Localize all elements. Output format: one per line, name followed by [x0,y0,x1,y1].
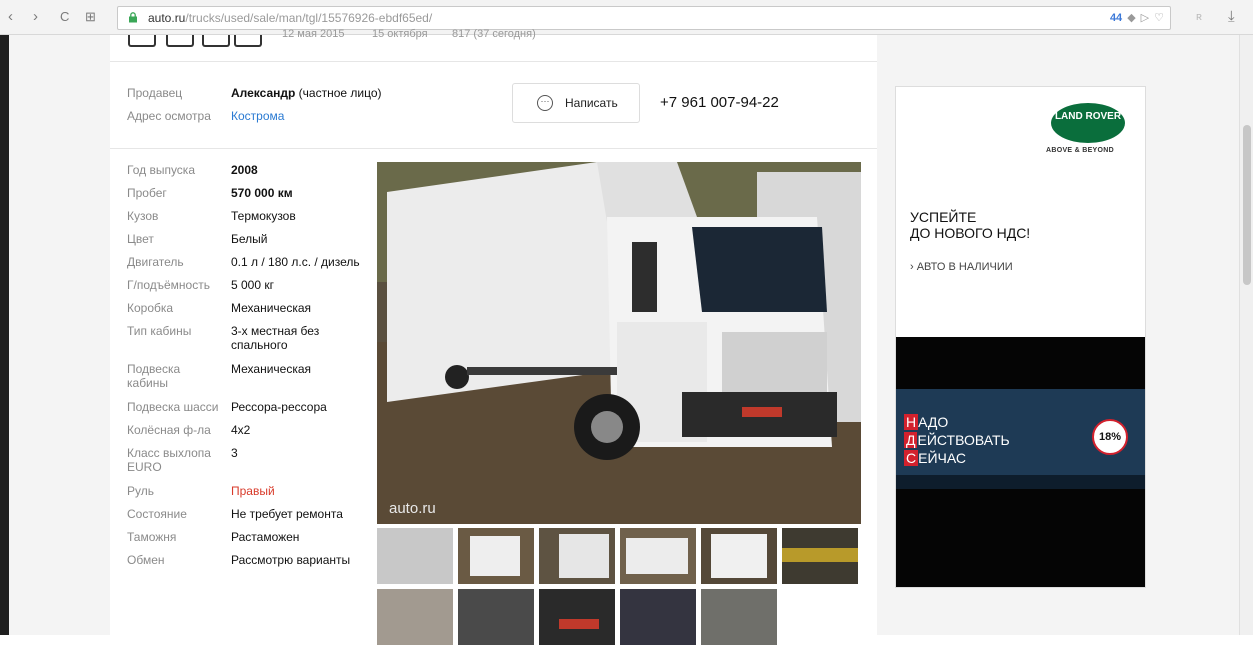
spec-value: Термокузов [231,209,296,223]
seller-name: Александр [231,86,296,100]
chat-icon: ··· [537,95,553,111]
spec-label: Коробка [127,301,174,315]
spec-label: Двигатель [127,255,184,269]
spec-value: 0.1 л / 180 л.с. / дизель [231,255,360,269]
thumbnail[interactable] [782,528,858,584]
browser-toolbar: ‹ › C ⊞ auto.ru/trucks/used/sale/man/tgl… [0,0,1253,35]
spec-label: Руль [127,484,154,498]
thumbnail[interactable] [539,528,615,584]
forward-button[interactable]: › [33,8,38,26]
spec-label: Обмен [127,553,165,567]
phone-number[interactable]: +7 961 007-94-22 [660,94,779,111]
thumbnail[interactable] [377,528,453,584]
thumbnail[interactable] [701,528,777,584]
ad-screen-text: Н АДО Д ЕЙСТВОВАТЬ С ЕЙЧАС [904,414,1010,466]
lock-icon [129,12,137,23]
spec-label: Кузов [127,209,159,223]
spec-value: Механическая [231,301,312,315]
note-action-button[interactable] [202,35,230,47]
seller-label: Продавец [127,86,183,100]
seller-type: (частное лицо) [295,86,382,100]
listing-updated: 15 октября [372,28,428,40]
spec-value: Растаможен [231,530,300,544]
write-button-label: Написать [565,96,618,110]
share-icon: ▷ [1140,12,1150,24]
favorite-action-button[interactable] [128,35,156,47]
listing-views: 817 (37 сегодня) [452,28,536,40]
watermark-text: auto.ru [389,500,436,517]
scrollbar[interactable] [1239,35,1253,635]
spec-label: Колёсная ф-ла [127,423,211,437]
reader-icon[interactable]: ʀ [1196,8,1202,26]
ad-link[interactable]: › АВТО В НАЛИЧИИ [910,261,1013,273]
share-action-button[interactable] [234,35,262,47]
spec-label: Год выпуска [127,163,195,177]
thumbnail[interactable] [620,528,696,584]
spec-value: 570 000 км [231,186,293,200]
thumbnail[interactable] [539,589,615,645]
seller-section: Продавец Александр (частное лицо) Адрес … [110,62,877,149]
address-bar[interactable]: auto.ru/trucks/used/sale/man/tgl/1557692… [117,6,1171,30]
shield-icon: ◆ [1127,12,1136,24]
address-label: Адрес осмотра [127,109,211,123]
truck-image [377,162,861,524]
spec-label: Г/подъёмность [127,278,210,292]
thumbnail[interactable] [377,589,453,645]
thumbnail-strip [377,528,861,645]
left-edge [0,35,9,635]
ad-badge: 18% [1092,419,1128,455]
spec-label: Таможня [127,530,177,544]
spec-value: Белый [231,232,268,246]
spec-value: Правый [231,484,275,498]
listing-date: 12 мая 2015 [282,28,345,40]
tabs-grid-button[interactable]: ⊞ [85,8,96,26]
spec-label: Пробег [127,186,167,200]
land-rover-logo: LAND ROVER [1051,103,1125,143]
spec-value: 5 000 кг [231,278,274,292]
ad-headline: УСПЕЙТЕ ДО НОВОГО НДС! [910,209,1031,241]
spec-label: Тип кабины [127,324,192,338]
spec-value: 4x2 [231,423,251,437]
thumbnail[interactable] [458,528,534,584]
spec-value: Не требует ремонта [231,507,343,521]
spec-label: Цвет [127,232,154,246]
spec-value: 3-х местная без спального [231,324,320,352]
compare-action-button[interactable] [166,35,194,47]
address-link[interactable]: Кострома [231,109,284,123]
thumbnail[interactable] [458,589,534,645]
spec-label: Подвеска кабины [127,362,181,390]
shield-count: 44 [1109,12,1123,24]
spec-label: Состояние [127,507,187,521]
download-button[interactable]: ⤓ [1228,8,1235,26]
spec-value: Рессора-рессора [231,400,327,414]
spec-value: 2008 [231,163,258,177]
favorite-icon: ♡ [1154,12,1164,24]
thumbnail[interactable] [701,589,777,645]
spec-value: 3 [231,446,238,460]
spec-label: Класс выхлопа EURO [127,446,211,474]
listing-actions-row: 12 мая 2015 15 октября 817 (37 сегодня) [110,28,877,62]
url-extensions: 44 ◆ ▷ ♡ [1110,7,1164,29]
ad-screen-image: Н АДО Д ЕЙСТВОВАТЬ С ЕЙЧАС 18% [896,337,1145,587]
spec-value: Механическая [231,362,312,376]
main-photo[interactable]: auto.ru [377,162,861,524]
scroll-thumb[interactable] [1243,125,1251,285]
write-message-button[interactable]: ··· Написать [512,83,640,123]
url-text: auto.ru/trucks/used/sale/man/tgl/1557692… [148,11,433,25]
ad-tagline: ABOVE & BEYOND [1046,147,1114,154]
spec-label: Подвеска шасси [127,400,219,414]
reload-button[interactable]: C [60,8,69,26]
seller-name-line: Александр (частное лицо) [231,86,382,100]
advert-banner[interactable]: LAND ROVER ABOVE & BEYOND УСПЕЙТЕ ДО НОВО… [895,86,1146,588]
spec-value: Рассмотрю варианты [231,553,351,567]
back-button[interactable]: ‹ [8,8,13,26]
thumbnail[interactable] [620,589,696,645]
